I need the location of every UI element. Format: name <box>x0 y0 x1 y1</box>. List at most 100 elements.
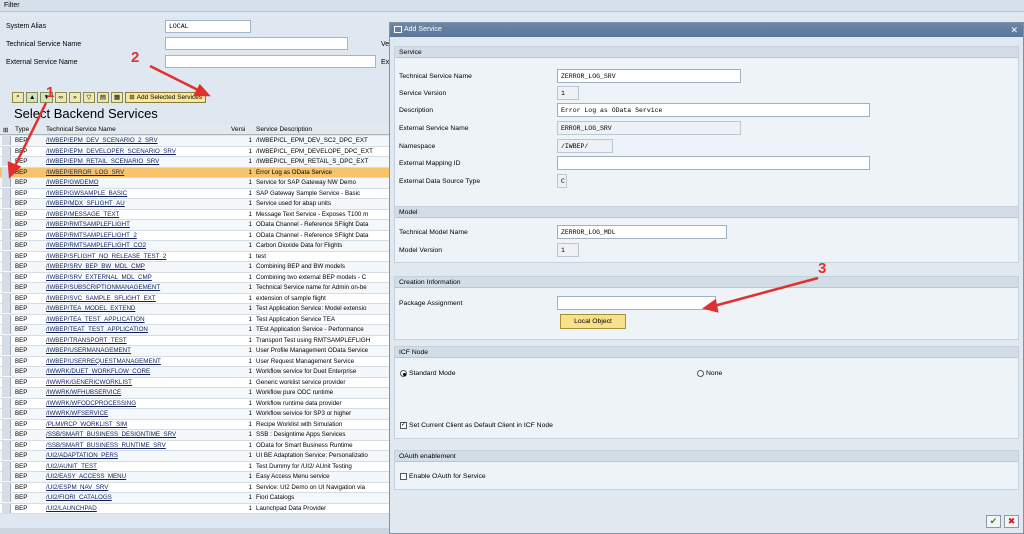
tech-model-name-field[interactable]: ZERROR_LOG_MDL <box>557 225 727 239</box>
table-row[interactable]: BEP/IWBEP/GWSAMPLE_BASIC 1 SAP Gateway Sam… <box>0 188 390 199</box>
row-selector[interactable] <box>2 367 11 376</box>
table-row[interactable]: BEP/IWBEP/TEAT_TEST_APPLICATION 1 TEst App… <box>0 325 390 336</box>
row-service-name-link[interactable]: /IWBEP/ERROR_LOG_SRV <box>46 169 229 176</box>
row-service-name-link[interactable]: /IWBEP/SUBSCRIPTIONMANAGEMENT <box>46 284 229 291</box>
row-selector[interactable] <box>2 220 11 229</box>
table-row[interactable]: BEP/IWBEP/TEA_MODEL_EXTEND 1 Test Applicat… <box>0 304 390 315</box>
row-selector[interactable] <box>2 241 11 250</box>
tech-service-name-field[interactable]: ZERROR_LOG_SRV <box>557 69 741 83</box>
row-selector[interactable] <box>2 430 11 439</box>
table-row[interactable]: BEP/IWWRK/DUET_WORKFLOW_CORE 1 Workflow se… <box>0 367 390 378</box>
confirm-button[interactable]: ✔ <box>986 515 1001 528</box>
sort-asc-button[interactable]: ▲ <box>26 91 39 103</box>
row-selector[interactable] <box>2 167 11 177</box>
row-selector[interactable] <box>2 493 11 502</box>
horizontal-scrollbar[interactable] <box>0 528 390 534</box>
row-service-name-link[interactable]: /IWWRK/WFHUBSERVICE <box>46 389 229 396</box>
table-row[interactable]: BEP/UI2/EASY_ACCESS_MENU 1 Easy Access Men… <box>0 472 390 483</box>
row-service-name-link[interactable]: /IWBEP/RMTSAMPLEFLIGHT_CO2 <box>46 242 229 249</box>
row-selector[interactable] <box>2 398 11 408</box>
ext-service-name-input[interactable] <box>165 55 376 68</box>
row-selector[interactable] <box>2 472 11 481</box>
table-row[interactable]: BEP/UI2/LAUNCHPAD 1 Launchpad Data Provide… <box>0 503 390 514</box>
row-service-name-link[interactable]: /SSB/SMART_BUSINESS_RUNTIME_SRV <box>46 442 229 449</box>
row-service-name-link[interactable]: /IWBEP/EPM_RETAIL_SCENARIO_SRV <box>46 158 229 165</box>
row-service-name-link[interactable]: /IWWRK/WFSERVICE <box>46 410 229 417</box>
details-button[interactable]: ⌕ <box>12 91 24 103</box>
row-selector[interactable] <box>2 178 11 187</box>
standard-mode-radio[interactable] <box>400 370 407 377</box>
row-service-name-link[interactable]: /SSB/SMART_BUSINESS_DESIGNTIME_SRV <box>46 431 229 438</box>
table-row[interactable]: BEP/SSB/SMART_BUSINESS_DESIGNTIME_SRV 1 SS… <box>0 430 390 441</box>
table-row[interactable]: BEP/IWWRK/GENERICWORKLIST 1 Generic workli… <box>0 377 390 388</box>
row-selector[interactable] <box>2 293 11 303</box>
row-service-name-link[interactable]: /IWBEP/TRANSPORT_TEST <box>46 337 229 344</box>
row-service-name-link[interactable]: /IWWRK/DUET_WORKFLOW_CORE <box>46 368 229 375</box>
row-service-name-link[interactable]: /UI2/EASY_ACCESS_MENU <box>46 473 229 480</box>
row-selector[interactable] <box>2 209 11 219</box>
row-service-name-link[interactable]: /IWBEP/USERREQUESTMANAGEMENT <box>46 358 229 365</box>
col-service-description[interactable]: Service Description <box>256 126 312 133</box>
table-row[interactable]: BEP/UI2/ADAPTATION_PERS 1 UI BE Adaptation… <box>0 451 390 462</box>
table-row[interactable]: BEP/UI2/ESPM_NAV_SRV 1 Service: UI2 Demo o… <box>0 482 390 493</box>
none-radio[interactable] <box>697 370 704 377</box>
row-service-name-link[interactable]: /IWBEP/MDX_SFLIGHT_AU <box>46 200 229 207</box>
row-service-name-link[interactable]: /UI2/LAUNCHPAD <box>46 505 229 512</box>
row-service-name-link[interactable]: /IWBEP/GWDEMO <box>46 179 229 186</box>
table-row[interactable]: BEP/IWBEP/EPM_DEVELOPER_SCENARIO_SRV 1/IW… <box>0 146 390 157</box>
row-service-name-link[interactable]: /IWBEP/RMTSAMPLEFLIGHT <box>46 221 229 228</box>
row-selector[interactable] <box>2 335 11 345</box>
table-row[interactable]: BEP/IWBEP/MESSAGE_TEXT 1 Message Text Serv… <box>0 209 390 220</box>
row-selector[interactable] <box>2 230 11 240</box>
table-row[interactable]: BEP/UI2/AUNIT_TEST 1 Test Dummy for /UI2/ … <box>0 461 390 472</box>
row-service-name-link[interactable]: /IWWRK/GENERICWORKLIST <box>46 379 229 386</box>
tech-service-name-input[interactable] <box>165 37 348 50</box>
row-service-name-link[interactable]: /IWBEP/RMTSAMPLEFLIGHT_2 <box>46 232 229 239</box>
ext-mapping-id-field[interactable] <box>557 156 870 170</box>
table-row[interactable]: BEP/UI2/FIORI_CATALOGS 1 Fiori Catalogs <box>0 493 390 504</box>
table-row[interactable]: BEP/IWBEP/SUBSCRIPTIONMANAGEMENT 1 Technic… <box>0 283 390 294</box>
find-next-button[interactable]: » <box>68 91 81 103</box>
table-row[interactable]: BEP/IWBEP/RMTSAMPLEFLIGHT_2 1 OData Channe… <box>0 230 390 241</box>
cancel-button[interactable]: ✖ <box>1004 515 1019 528</box>
row-service-name-link[interactable]: /IWBEP/TEA_TEST_APPLICATION <box>46 316 229 323</box>
table-row[interactable]: BEP/IWBEP/RMTSAMPLEFLIGHT 1 OData Channel … <box>0 220 390 231</box>
description-field[interactable]: Error Log as OData Service <box>557 103 870 117</box>
table-row[interactable]: BEP/IWBEP/SVC_SAMPLE_SFLIGHT_EXT 1 extensi… <box>0 293 390 304</box>
row-selector[interactable] <box>2 251 11 261</box>
row-selector[interactable] <box>2 503 11 513</box>
filter-button[interactable]: ▽ <box>82 91 95 103</box>
col-version[interactable]: Versi <box>231 126 245 133</box>
row-selector[interactable] <box>2 272 11 282</box>
table-row[interactable]: BEP/IWBEP/SRV_BEP_BW_MDL_CMP 1 Combining B… <box>0 262 390 273</box>
row-selector[interactable] <box>2 440 11 450</box>
table-row[interactable]: BEP/IWBEP/GWDEMO 1 Service for SAP Gateway… <box>0 178 390 189</box>
row-selector[interactable] <box>2 262 11 271</box>
col-type[interactable]: Type <box>15 126 29 133</box>
row-selector[interactable] <box>2 377 11 387</box>
row-selector[interactable] <box>2 419 11 429</box>
row-selector[interactable] <box>2 314 11 324</box>
layout-button[interactable]: ▦ <box>111 91 124 103</box>
table-row[interactable]: BEP/IWBEP/USERMANAGEMENT 1 User Profile Ma… <box>0 346 390 357</box>
table-row[interactable]: BEP/SSB/SMART_BUSINESS_RUNTIME_SRV 1 OData… <box>0 440 390 451</box>
row-selector[interactable] <box>2 356 11 366</box>
table-row[interactable]: BEP/IWBEP/USERREQUESTMANAGEMENT 1 User Req… <box>0 356 390 367</box>
row-selector[interactable] <box>2 283 11 292</box>
table-row[interactable]: BEP/IWWRK/WFHUBSERVICE 1 Workflow pure ODC… <box>0 388 390 399</box>
row-selector[interactable] <box>2 188 11 198</box>
row-service-name-link[interactable]: /IWWRK/WFODCPROCESSING <box>46 400 229 407</box>
table-row[interactable]: BEP/IWBEP/TRANSPORT_TEST 1 Transport Test … <box>0 335 390 346</box>
table-row[interactable]: BEP/IWBEP/SRV_EXTERNAL_MDL_CMP 1 Combining… <box>0 272 390 283</box>
row-selector[interactable] <box>2 409 11 418</box>
row-service-name-link[interactable]: /IWBEP/TEA_MODEL_EXTEND <box>46 305 229 312</box>
export-button[interactable]: ▤ <box>96 91 110 103</box>
table-row[interactable]: BEP/IWBEP/TEA_TEST_APPLICATION 1 Test Appl… <box>0 314 390 325</box>
row-selector[interactable] <box>2 146 11 156</box>
row-service-name-link[interactable]: /UI2/ADAPTATION_PERS <box>46 452 229 459</box>
table-row[interactable]: BEP/IWBEP/EPM_DEV_SCENARIO_2_SRV 1/IWBEP/… <box>0 136 390 147</box>
row-service-name-link[interactable]: /PLMI/RCP_WORKLIST_SIM <box>46 421 229 428</box>
system-alias-input[interactable]: LOCAL <box>165 20 251 33</box>
row-service-name-link[interactable]: /UI2/AUNIT_TEST <box>46 463 229 470</box>
row-service-name-link[interactable]: /IWBEP/EPM_DEV_SCENARIO_2_SRV <box>46 137 229 144</box>
